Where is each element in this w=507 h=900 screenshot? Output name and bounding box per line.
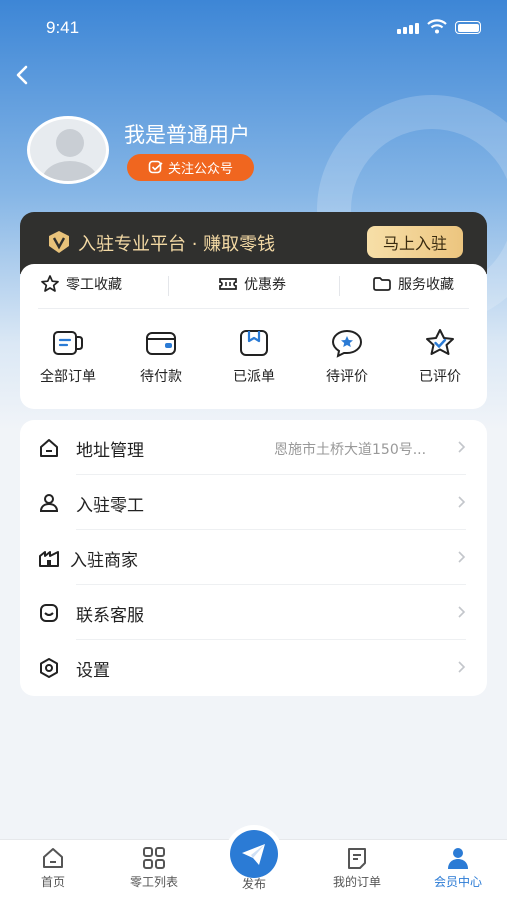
- pending-payment-button[interactable]: 待付款: [116, 328, 206, 386]
- favorites-row: 零工收藏 优惠券 服务收藏: [20, 264, 487, 308]
- tab-my-orders-label: 我的订单: [332, 875, 381, 889]
- follow-label: 关注公众号: [167, 162, 233, 177]
- status-bar: 9:41: [0, 0, 507, 56]
- star-icon: [41, 275, 59, 292]
- all-orders-label: 全部订单: [40, 369, 96, 385]
- tab-member-center-label: 会员中心: [433, 875, 482, 889]
- address-value: 恩施市土桥大道150号...: [274, 442, 427, 458]
- dispatched-label: 已派单: [233, 369, 275, 385]
- tab-gig-list-label: 零工列表: [129, 875, 178, 889]
- coupon-link[interactable]: 优惠券: [218, 274, 286, 294]
- tab-publish-label: 发布: [241, 877, 266, 891]
- status-time: 9:41: [46, 18, 80, 37]
- orders-icon: [348, 848, 366, 869]
- username: 我是普通用户: [124, 123, 250, 147]
- chevron-right-icon: [458, 496, 466, 508]
- favorite-service-link[interactable]: 服务收藏: [372, 274, 454, 294]
- tab-home-label: 首页: [40, 875, 65, 889]
- orders-card: 零工收藏 优惠券 服务收藏 全部订单 待付款 已派单 待评价 已评价: [20, 264, 487, 409]
- wallet-icon: [146, 332, 176, 355]
- order-list-icon: [53, 331, 83, 355]
- favorite-service-label: 服务收藏: [398, 277, 454, 293]
- vip-v-icon: [49, 231, 69, 253]
- wifi-icon: [427, 19, 447, 34]
- chevron-right-icon: [458, 441, 466, 453]
- chevron-right-icon: [458, 661, 466, 673]
- vip-text: 入驻专业平台 · 赚取零钱: [78, 234, 276, 255]
- box-icon: [240, 330, 268, 356]
- back-icon[interactable]: [12, 64, 34, 86]
- settings-label: 设置: [76, 661, 110, 681]
- menu-item-settings[interactable]: 设置: [20, 640, 487, 695]
- settings-menu-card: 地址管理 恩施市土桥大道150号... 入驻零工 入驻商家 联系客服 设置: [20, 420, 487, 696]
- star-check-icon: [426, 329, 454, 355]
- join-merchant-label: 入驻商家: [70, 551, 138, 571]
- coupon-label: 优惠券: [244, 277, 286, 293]
- follow-check-icon: [148, 160, 163, 173]
- address-label: 地址管理: [76, 441, 144, 461]
- folder-icon: [373, 277, 391, 291]
- chevron-right-icon: [458, 551, 466, 563]
- tab-home[interactable]: 首页: [13, 846, 93, 890]
- dispatched-button[interactable]: 已派单: [209, 328, 299, 386]
- home-icon: [40, 439, 58, 457]
- reviewed-label: 已评价: [419, 369, 461, 385]
- follow-official-account-button[interactable]: 关注公众号: [127, 154, 254, 181]
- menu-item-address[interactable]: 地址管理 恩施市土桥大道150号...: [20, 420, 487, 475]
- menu-item-join-gig[interactable]: 入驻零工: [20, 475, 487, 530]
- shop-icon: [39, 551, 59, 567]
- chat-star-icon: [331, 329, 363, 358]
- home-icon: [43, 848, 63, 868]
- tab-member-center[interactable]: 会员中心: [418, 846, 498, 890]
- tab-my-orders[interactable]: 我的订单: [317, 846, 397, 890]
- menu-item-customer-service[interactable]: 联系客服: [20, 585, 487, 640]
- menu-item-join-merchant[interactable]: 入驻商家: [20, 530, 487, 585]
- grid-icon: [143, 847, 165, 869]
- battery-icon: [455, 21, 481, 34]
- pending-payment-label: 待付款: [140, 369, 182, 385]
- reviewed-button[interactable]: 已评价: [395, 328, 485, 386]
- member-icon: [448, 848, 468, 869]
- all-orders-button[interactable]: 全部订单: [23, 328, 113, 386]
- send-icon: [242, 844, 265, 865]
- chevron-right-icon: [458, 606, 466, 618]
- join-gig-label: 入驻零工: [76, 496, 144, 516]
- to-review-label: 待评价: [326, 369, 368, 385]
- join-now-button[interactable]: 马上入驻: [367, 226, 463, 258]
- signal-icon: [397, 23, 419, 34]
- customer-service-label: 联系客服: [76, 606, 144, 626]
- ticket-icon: [219, 278, 237, 290]
- person-icon: [39, 494, 59, 512]
- settings-icon: [40, 658, 58, 678]
- service-icon: [40, 604, 58, 622]
- favorite-gig-label: 零工收藏: [66, 277, 122, 293]
- favorite-gig-link[interactable]: 零工收藏: [40, 274, 122, 294]
- to-review-button[interactable]: 待评价: [302, 328, 392, 386]
- avatar[interactable]: [27, 116, 109, 184]
- tab-gig-list[interactable]: 零工列表: [114, 846, 194, 890]
